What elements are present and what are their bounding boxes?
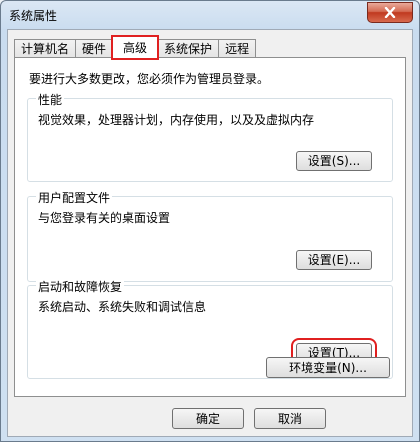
- dialog-client-area: 计算机名 硬件 高级 系统保护 远程 要进行大多数更改，您必须作为管理员登录。 …: [7, 29, 413, 437]
- user-profiles-title: 用户配置文件: [36, 189, 113, 206]
- close-button[interactable]: [367, 2, 413, 23]
- window-title: 系统属性: [9, 9, 58, 23]
- cancel-button[interactable]: 取消: [254, 408, 326, 429]
- environment-variables-button[interactable]: 环境变量(N)...: [266, 357, 390, 378]
- startup-recovery-title: 启动和故障恢复: [36, 278, 125, 295]
- tab-strip: 计算机名 硬件 高级 系统保护 远程: [14, 35, 257, 60]
- performance-group: 性能 视觉效果，处理器计划，内存使用，以及及虚拟内存 设置(S)...: [27, 91, 393, 182]
- performance-title: 性能: [36, 91, 65, 108]
- tab-hardware[interactable]: 硬件: [75, 39, 114, 59]
- tab-advanced[interactable]: 高级: [111, 35, 160, 60]
- user-profiles-description: 与您登录有关的桌面设置: [38, 211, 171, 225]
- performance-description: 视觉效果，处理器计划，内存使用，以及及虚拟内存: [38, 113, 315, 127]
- admin-notice: 要进行大多数更改，您必须作为管理员登录。: [29, 72, 270, 86]
- startup-recovery-description: 系统启动、系统失败和调试信息: [38, 300, 207, 314]
- close-icon: [384, 7, 396, 18]
- system-properties-window: 系统属性 计算机名 硬件 高级 系统保护 远程 要进行大多数更改，您必须作为管理…: [0, 0, 420, 442]
- title-bar: 系统属性: [1, 1, 419, 29]
- user-profiles-group: 用户配置文件 与您登录有关的桌面设置 设置(E)...: [27, 189, 393, 282]
- tab-computer-name[interactable]: 计算机名: [14, 39, 77, 59]
- performance-settings-button[interactable]: 设置(S)...: [296, 151, 372, 171]
- ok-button[interactable]: 确定: [172, 408, 244, 429]
- user-profiles-settings-button[interactable]: 设置(E)...: [296, 250, 372, 270]
- advanced-tab-panel: 要进行大多数更改，您必须作为管理员登录。 性能 视觉效果，处理器计划，内存使用，…: [14, 57, 406, 397]
- tab-remote[interactable]: 远程: [218, 39, 257, 59]
- tab-system-protection[interactable]: 系统保护: [157, 39, 220, 59]
